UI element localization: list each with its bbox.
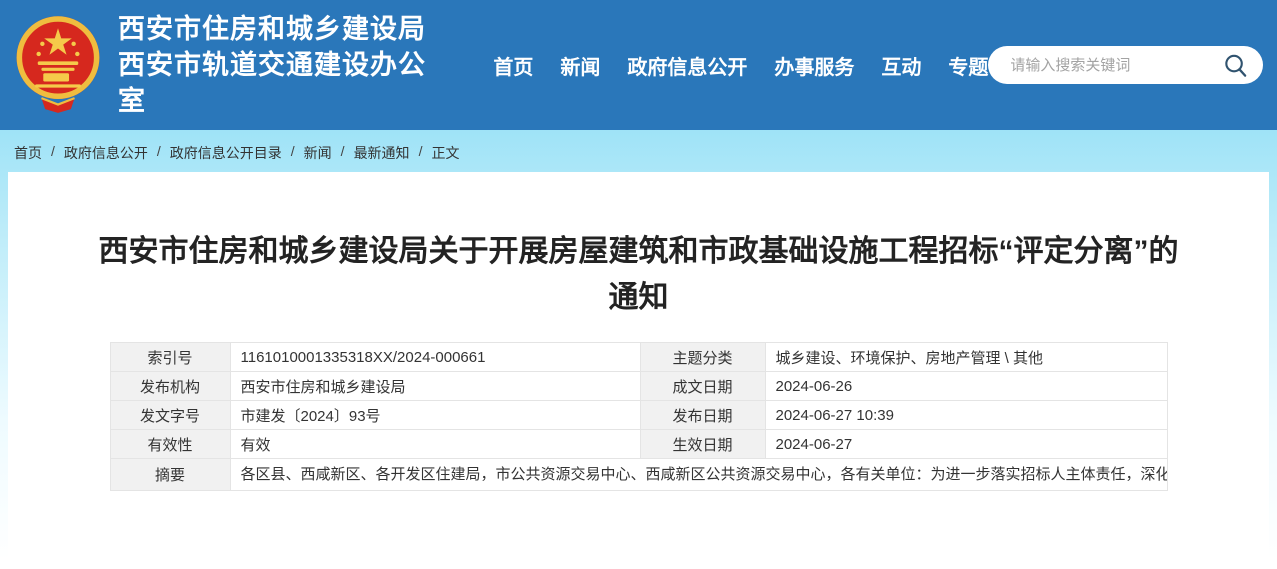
nav-item-gov-info[interactable]: 政府信息公开 — [627, 51, 747, 80]
breadcrumb-news[interactable]: 新闻 — [304, 143, 332, 163]
breadcrumb-separator: / — [419, 143, 423, 159]
search-input[interactable] — [1010, 57, 1222, 74]
breadcrumb-separator: / — [51, 143, 55, 159]
breadcrumb-gov-info-dir[interactable]: 政府信息公开目录 — [170, 143, 282, 163]
meta-row-issuing-agency: 发布机构 西安市住房和城乡建设局 成文日期 2024-06-26 — [110, 372, 1167, 401]
breadcrumb-gov-info[interactable]: 政府信息公开 — [64, 143, 148, 163]
national-emblem-icon — [12, 13, 104, 117]
search-icon[interactable] — [1222, 52, 1249, 79]
meta-row-index-number: 索引号 1161010001335318XX/2024-000661 主题分类 … — [110, 343, 1167, 372]
meta-row-document-number: 发文字号 市建发〔2024〕93号 发布日期 2024-06-27 10:39 — [110, 401, 1167, 430]
meta-value-index-number: 1161010001335318XX/2024-000661 — [230, 343, 640, 372]
meta-label-written-date: 成文日期 — [640, 372, 765, 401]
breadcrumb-latest-notice[interactable]: 最新通知 — [354, 143, 410, 163]
site-title: 西安市住房和城乡建设局 西安市轨道交通建设办公室 — [118, 11, 451, 119]
site-title-line2: 西安市轨道交通建设办公室 — [118, 47, 451, 119]
meta-label-summary: 摘要 — [110, 459, 230, 491]
document-meta-table: 索引号 1161010001335318XX/2024-000661 主题分类 … — [110, 342, 1168, 491]
breadcrumb-home[interactable]: 首页 — [14, 143, 42, 163]
meta-label-issuing-agency: 发布机构 — [110, 372, 230, 401]
meta-row-validity: 有效性 有效 生效日期 2024-06-27 — [110, 430, 1167, 459]
article-title: 西安市住房和城乡建设局关于开展房屋建筑和市政基础设施工程招标“评定分离”的通知 — [99, 229, 1179, 321]
meta-value-topic-category: 城乡建设、环境保护、房地产管理 \ 其他 — [765, 343, 1167, 372]
meta-value-publish-date: 2024-06-27 10:39 — [765, 401, 1167, 430]
nav-item-news[interactable]: 新闻 — [560, 51, 600, 80]
meta-row-summary: 摘要 各区县、西咸新区、各开发区住建局，市公共资源交易中心、西咸新区公共资源交易… — [110, 459, 1167, 491]
breadcrumb-separator: / — [341, 143, 345, 159]
search-box — [988, 46, 1263, 84]
meta-label-index-number: 索引号 — [110, 343, 230, 372]
meta-value-document-number: 市建发〔2024〕93号 — [230, 401, 640, 430]
site-title-line1: 西安市住房和城乡建设局 — [118, 11, 451, 47]
meta-label-validity: 有效性 — [110, 430, 230, 459]
content-card: 西安市住房和城乡建设局关于开展房屋建筑和市政基础设施工程招标“评定分离”的通知 … — [8, 172, 1269, 569]
main-nav: 首页 新闻 政府信息公开 办事服务 互动 专题 — [493, 51, 988, 80]
nav-item-topics[interactable]: 专题 — [948, 51, 988, 80]
site-header: 西安市住房和城乡建设局 西安市轨道交通建设办公室 首页 新闻 政府信息公开 办事… — [0, 0, 1277, 130]
meta-value-effective-date: 2024-06-27 — [765, 430, 1167, 459]
nav-item-home[interactable]: 首页 — [493, 51, 533, 80]
nav-item-interact[interactable]: 互动 — [881, 51, 921, 80]
meta-value-written-date: 2024-06-26 — [765, 372, 1167, 401]
meta-label-document-number: 发文字号 — [110, 401, 230, 430]
breadcrumb-separator: / — [157, 143, 161, 159]
meta-label-topic-category: 主题分类 — [640, 343, 765, 372]
meta-value-issuing-agency: 西安市住房和城乡建设局 — [230, 372, 640, 401]
meta-label-publish-date: 发布日期 — [640, 401, 765, 430]
meta-value-summary: 各区县、西咸新区、各开发区住建局，市公共资源交易中心、西咸新区公共资源交易中心，… — [230, 459, 1167, 491]
site-logo-home-link[interactable]: 西安市住房和城乡建设局 西安市轨道交通建设办公室 — [12, 11, 451, 119]
nav-item-services[interactable]: 办事服务 — [774, 51, 854, 80]
breadcrumb-current-page: 正文 — [431, 143, 459, 163]
meta-label-effective-date: 生效日期 — [640, 430, 765, 459]
breadcrumb: 首页 / 政府信息公开 / 政府信息公开目录 / 新闻 / 最新通知 / 正文 — [0, 130, 1277, 172]
meta-value-validity: 有效 — [230, 430, 640, 459]
breadcrumb-separator: / — [291, 143, 295, 159]
